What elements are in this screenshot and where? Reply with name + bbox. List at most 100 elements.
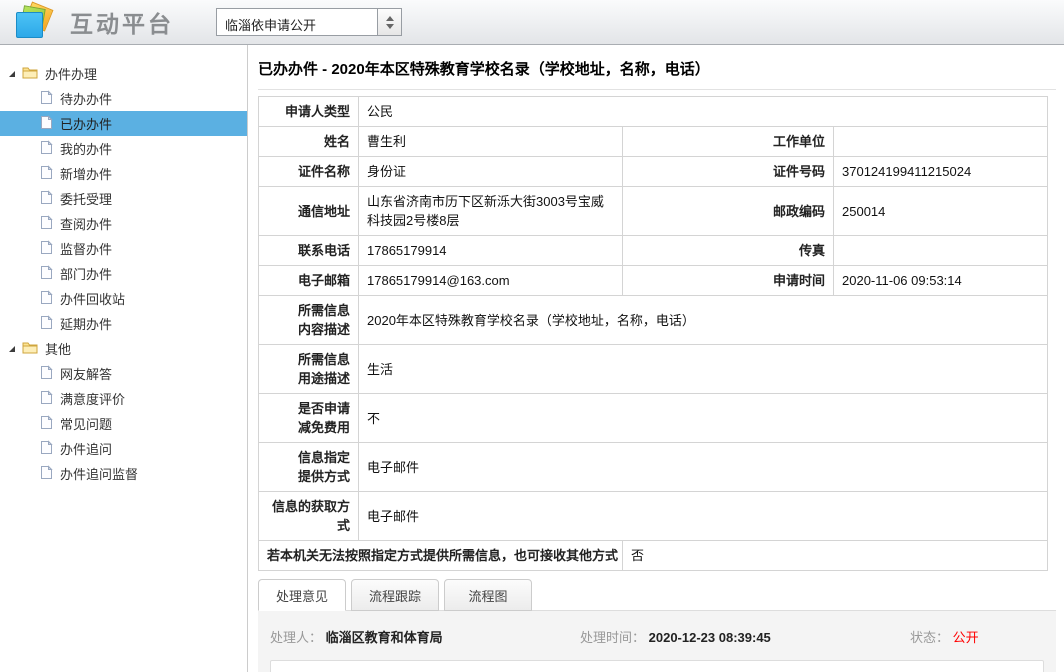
- field-label: 电子邮箱: [259, 266, 359, 296]
- sidebar-tree: 办件办理待办办件已办办件我的办件新增办件委托受理查阅办件监督办件部门办件办件回收…: [0, 45, 248, 672]
- reply-box: 我单位已于2020年12月1日通过电子邮件形式对此件进行了答复。: [270, 660, 1044, 672]
- tab-2[interactable]: 流程图: [444, 579, 532, 611]
- field-label: 所需信息 用途描述: [259, 345, 359, 394]
- field-value: 电子邮件: [359, 492, 1048, 541]
- sidebar-item-0-6[interactable]: 监督办件: [0, 236, 247, 261]
- tree-expand-icon[interactable]: [9, 71, 15, 77]
- handler-label: 处理人：: [270, 630, 322, 645]
- tab-0[interactable]: 处理意见: [258, 579, 346, 611]
- tree-group-0[interactable]: 办件办理: [0, 61, 247, 86]
- folder-icon: [22, 66, 38, 82]
- sidebar-item-label: 我的办件: [60, 139, 112, 158]
- sidebar-item-0-7[interactable]: 部门办件: [0, 261, 247, 286]
- sidebar-item-1-0[interactable]: 网友解答: [0, 361, 247, 386]
- sidebar-item-1-1[interactable]: 满意度评价: [0, 386, 247, 411]
- tab-bar: 处理意见流程跟踪流程图: [258, 579, 1056, 611]
- process-time-label: 处理时间：: [580, 630, 645, 645]
- page-icon: [40, 365, 53, 383]
- table-row: 信息的获取方式电子邮件: [259, 492, 1048, 541]
- sidebar-item-label: 新增办件: [60, 164, 112, 183]
- sidebar-item-label: 满意度评价: [60, 389, 125, 408]
- app-header: 互动平台 临淄依申请公开: [0, 0, 1064, 45]
- app-logo-icon: [14, 4, 58, 40]
- field-value: 身份证: [359, 157, 623, 187]
- page-icon: [40, 240, 53, 258]
- page-icon: [40, 290, 53, 308]
- sidebar-item-0-4[interactable]: 委托受理: [0, 186, 247, 211]
- sidebar-item-0-2[interactable]: 我的办件: [0, 136, 247, 161]
- field-value: 250014: [834, 187, 1048, 236]
- field-value: [834, 236, 1048, 266]
- handler-value: 临淄区教育和体育局: [326, 630, 443, 645]
- folder-icon: [22, 341, 38, 357]
- tree-group-1[interactable]: 其他: [0, 336, 247, 361]
- table-row: 姓名曹生利工作单位: [259, 127, 1048, 157]
- field-value: 山东省济南市历下区新泺大街3003号宝威科技园2号楼8层: [359, 187, 623, 236]
- sidebar-item-label: 监督办件: [60, 239, 112, 258]
- field-label: 申请时间: [623, 266, 834, 296]
- status-label: 状态：: [910, 630, 949, 645]
- page-icon: [40, 165, 53, 183]
- sidebar-item-0-8[interactable]: 办件回收站: [0, 286, 247, 311]
- field-value: 2020年本区特殊教育学校名录（学校地址，名称，电话）: [359, 296, 1048, 345]
- table-row: 若本机关无法按照指定方式提供所需信息，也可接收其他方式否: [259, 541, 1048, 571]
- logo-paper-blue: [16, 12, 43, 38]
- field-label: 申请人类型: [259, 97, 359, 127]
- sidebar-item-label: 延期办件: [60, 314, 112, 333]
- arrow-up-icon: [386, 16, 394, 21]
- page-icon: [40, 465, 53, 483]
- app-title: 互动平台: [70, 5, 174, 39]
- tree-group-label: 其他: [45, 339, 71, 358]
- field-label: 证件号码: [623, 157, 834, 187]
- field-value: 370124199411215024: [834, 157, 1048, 187]
- sidebar-item-label: 部门办件: [60, 264, 112, 283]
- sidebar-item-0-9[interactable]: 延期办件: [0, 311, 247, 336]
- field-label: 证件名称: [259, 157, 359, 187]
- page-icon: [40, 315, 53, 333]
- main-content: 已办办件 - 2020年本区特殊教育学校名录（学校地址，名称，电话） 申请人类型…: [248, 45, 1064, 672]
- channel-select[interactable]: 临淄依申请公开: [216, 8, 402, 36]
- sidebar-item-1-3[interactable]: 办件追问: [0, 436, 247, 461]
- field-value: 否: [623, 541, 1048, 571]
- field-label: 邮政编码: [623, 187, 834, 236]
- table-row: 联系电话17865179914传真: [259, 236, 1048, 266]
- channel-select-value: 临淄依申请公开: [217, 9, 377, 35]
- sidebar-item-label: 已办办件: [60, 114, 112, 133]
- page-icon: [40, 265, 53, 283]
- page-icon: [40, 190, 53, 208]
- field-value: 2020-11-06 09:53:14: [834, 266, 1048, 296]
- field-label: 信息的获取方式: [259, 492, 359, 541]
- status-badge: 公开: [953, 630, 979, 645]
- field-value: 电子邮件: [359, 443, 1048, 492]
- page-icon: [40, 115, 53, 133]
- field-value: 公民: [359, 97, 1048, 127]
- detail-table: 申请人类型公民姓名曹生利工作单位 证件名称身份证证件号码370124199411…: [258, 96, 1048, 571]
- select-spinner-icon[interactable]: [377, 9, 401, 35]
- sidebar-item-0-0[interactable]: 待办办件: [0, 86, 247, 111]
- field-value: 不: [359, 394, 1048, 443]
- sidebar-item-1-2[interactable]: 常见问题: [0, 411, 247, 436]
- sidebar-item-0-3[interactable]: 新增办件: [0, 161, 247, 186]
- sidebar-item-0-5[interactable]: 查阅办件: [0, 211, 247, 236]
- field-label: 工作单位: [623, 127, 834, 157]
- sidebar-item-label: 查阅办件: [60, 214, 112, 233]
- sidebar-item-label: 委托受理: [60, 189, 112, 208]
- page-icon: [40, 140, 53, 158]
- field-label: 若本机关无法按照指定方式提供所需信息，也可接收其他方式: [259, 541, 623, 571]
- sidebar-item-label: 办件追问监督: [60, 464, 138, 483]
- table-row: 证件名称身份证证件号码370124199411215024: [259, 157, 1048, 187]
- sidebar-item-0-1[interactable]: 已办办件: [0, 111, 247, 136]
- field-label: 传真: [623, 236, 834, 266]
- field-label: 通信地址: [259, 187, 359, 236]
- table-row: 是否申请 减免费用不: [259, 394, 1048, 443]
- tree-expand-icon[interactable]: [9, 346, 15, 352]
- field-value: 曹生利: [359, 127, 623, 157]
- sidebar-item-label: 网友解答: [60, 364, 112, 383]
- page-icon: [40, 390, 53, 408]
- table-row: 信息指定 提供方式电子邮件: [259, 443, 1048, 492]
- tab-1[interactable]: 流程跟踪: [351, 579, 439, 611]
- field-label: 信息指定 提供方式: [259, 443, 359, 492]
- sidebar-item-1-4[interactable]: 办件追问监督: [0, 461, 247, 486]
- tree-group-label: 办件办理: [45, 64, 97, 83]
- page-title: 已办办件 - 2020年本区特殊教育学校名录（学校地址，名称，电话）: [258, 45, 1056, 90]
